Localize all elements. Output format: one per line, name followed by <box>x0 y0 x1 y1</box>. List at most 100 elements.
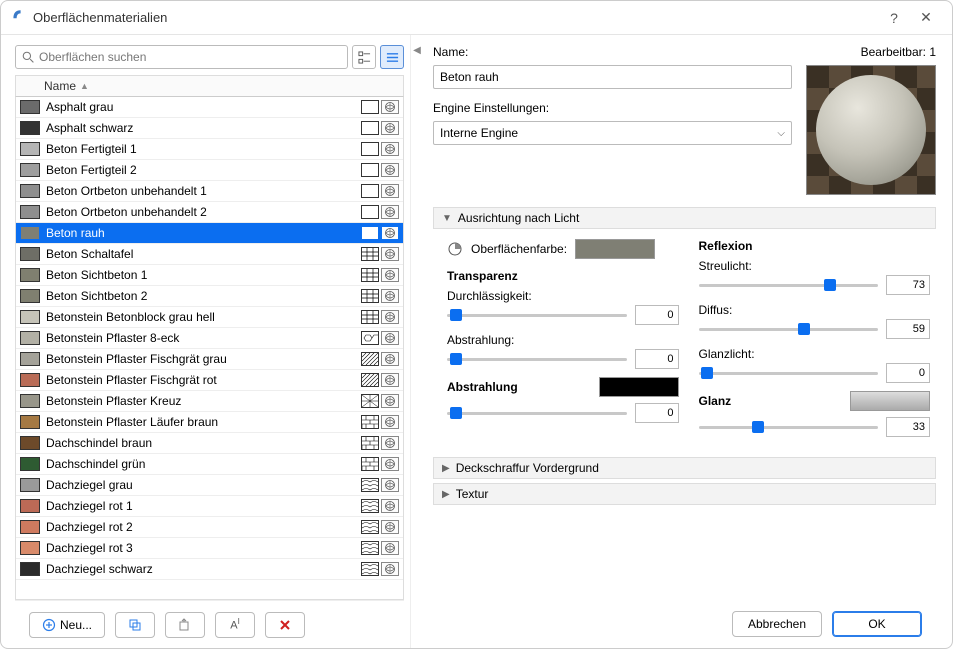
hatch-icon[interactable] <box>361 394 379 408</box>
diffus-value[interactable] <box>886 319 930 339</box>
hatch-icon[interactable] <box>361 457 379 471</box>
texture-icon[interactable] <box>381 331 399 345</box>
material-row[interactable]: Dachschindel braun <box>16 433 403 454</box>
material-row[interactable]: Betonstein Pflaster Fischgrät grau <box>16 349 403 370</box>
texture-icon[interactable] <box>381 541 399 555</box>
view-tree-button[interactable] <box>352 45 376 69</box>
surface-color-swatch[interactable] <box>575 239 655 259</box>
material-row[interactable]: Dachziegel rot 1 <box>16 496 403 517</box>
rename-button[interactable]: AI <box>215 612 255 638</box>
hatch-icon[interactable] <box>361 226 379 240</box>
material-row[interactable]: Dachziegel rot 2 <box>16 517 403 538</box>
section-light[interactable]: ▼ Ausrichtung nach Licht <box>433 207 936 229</box>
durch-slider[interactable] <box>447 305 627 325</box>
hatch-icon[interactable] <box>361 562 379 576</box>
material-row[interactable]: Dachziegel grau <box>16 475 403 496</box>
texture-icon[interactable] <box>381 226 399 240</box>
new-button[interactable]: Neu... <box>29 612 105 638</box>
material-list[interactable]: Asphalt grauAsphalt schwarzBeton Fertigt… <box>15 97 404 600</box>
hatch-icon[interactable] <box>361 478 379 492</box>
hatch-icon[interactable] <box>361 121 379 135</box>
texture-icon[interactable] <box>381 121 399 135</box>
glanzlicht-value[interactable] <box>886 363 930 383</box>
ok-button[interactable]: OK <box>832 611 922 637</box>
cancel-button[interactable]: Abbrechen <box>732 611 822 637</box>
texture-icon[interactable] <box>381 394 399 408</box>
material-row[interactable]: Betonstein Pflaster 8-eck <box>16 328 403 349</box>
material-row[interactable]: Asphalt grau <box>16 97 403 118</box>
texture-icon[interactable] <box>381 205 399 219</box>
material-row[interactable]: Dachziegel schwarz <box>16 559 403 580</box>
material-row[interactable]: Beton Sichtbeton 1 <box>16 265 403 286</box>
duplicate-button[interactable] <box>115 612 155 638</box>
hatch-icon[interactable] <box>361 352 379 366</box>
texture-icon[interactable] <box>381 499 399 513</box>
hatch-icon[interactable] <box>361 373 379 387</box>
help-button[interactable]: ? <box>878 10 910 26</box>
abstr2-value[interactable] <box>635 403 679 423</box>
material-row[interactable]: Dachschindel grün <box>16 454 403 475</box>
emission-color-swatch[interactable] <box>599 377 679 397</box>
hatch-icon[interactable] <box>361 499 379 513</box>
material-row[interactable]: Beton Fertigteil 2 <box>16 160 403 181</box>
texture-icon[interactable] <box>381 352 399 366</box>
list-header[interactable]: Name ▲ <box>15 75 404 97</box>
hatch-icon[interactable] <box>361 520 379 534</box>
section-texture[interactable]: ▶ Textur <box>433 483 936 505</box>
glanzlicht-slider[interactable] <box>699 363 879 383</box>
texture-icon[interactable] <box>381 247 399 261</box>
texture-icon[interactable] <box>381 268 399 282</box>
material-row[interactable]: Betonstein Pflaster Fischgrät rot <box>16 370 403 391</box>
hatch-icon[interactable] <box>361 268 379 282</box>
material-row[interactable]: Beton rauh <box>16 223 403 244</box>
search-input[interactable]: Oberflächen suchen <box>15 45 348 69</box>
texture-icon[interactable] <box>381 163 399 177</box>
hatch-icon[interactable] <box>361 436 379 450</box>
texture-icon[interactable] <box>381 373 399 387</box>
splitter[interactable]: ◀ <box>411 35 423 648</box>
hatch-icon[interactable] <box>361 331 379 345</box>
share-button[interactable] <box>165 612 205 638</box>
abstr-value[interactable] <box>635 349 679 369</box>
abstr2-slider[interactable] <box>447 403 627 423</box>
engine-select[interactable]: Interne Engine ⌵ <box>433 121 792 145</box>
material-row[interactable]: Betonstein Pflaster Läufer braun <box>16 412 403 433</box>
texture-icon[interactable] <box>381 478 399 492</box>
hatch-icon[interactable] <box>361 184 379 198</box>
view-list-button[interactable] <box>380 45 404 69</box>
durch-value[interactable] <box>635 305 679 325</box>
material-row[interactable]: Beton Fertigteil 1 <box>16 139 403 160</box>
column-name[interactable]: Name ▲ <box>44 79 363 93</box>
diffus-slider[interactable] <box>699 319 879 339</box>
material-row[interactable]: Asphalt schwarz <box>16 118 403 139</box>
texture-icon[interactable] <box>381 562 399 576</box>
close-button[interactable]: ✕ <box>910 9 942 26</box>
glanz-value[interactable] <box>886 417 930 437</box>
material-row[interactable]: Beton Ortbeton unbehandelt 1 <box>16 181 403 202</box>
texture-icon[interactable] <box>381 457 399 471</box>
texture-icon[interactable] <box>381 142 399 156</box>
hatch-icon[interactable] <box>361 310 379 324</box>
hatch-icon[interactable] <box>361 100 379 114</box>
texture-icon[interactable] <box>381 289 399 303</box>
hatch-icon[interactable] <box>361 247 379 261</box>
glanz-slider[interactable] <box>699 417 879 437</box>
texture-icon[interactable] <box>381 436 399 450</box>
material-row[interactable]: Betonstein Betonblock grau hell <box>16 307 403 328</box>
section-hatch-fg[interactable]: ▶ Deckschraffur Vordergrund <box>433 457 936 479</box>
material-row[interactable]: Beton Ortbeton unbehandelt 2 <box>16 202 403 223</box>
hatch-icon[interactable] <box>361 205 379 219</box>
texture-icon[interactable] <box>381 520 399 534</box>
material-row[interactable]: Betonstein Pflaster Kreuz <box>16 391 403 412</box>
name-input[interactable] <box>433 65 792 89</box>
hatch-icon[interactable] <box>361 541 379 555</box>
material-row[interactable]: Dachziegel rot 3 <box>16 538 403 559</box>
texture-icon[interactable] <box>381 310 399 324</box>
hatch-icon[interactable] <box>361 163 379 177</box>
texture-icon[interactable] <box>381 100 399 114</box>
streu-slider[interactable] <box>699 275 879 295</box>
delete-button[interactable] <box>265 612 305 638</box>
hatch-icon[interactable] <box>361 289 379 303</box>
streu-value[interactable] <box>886 275 930 295</box>
texture-icon[interactable] <box>381 184 399 198</box>
